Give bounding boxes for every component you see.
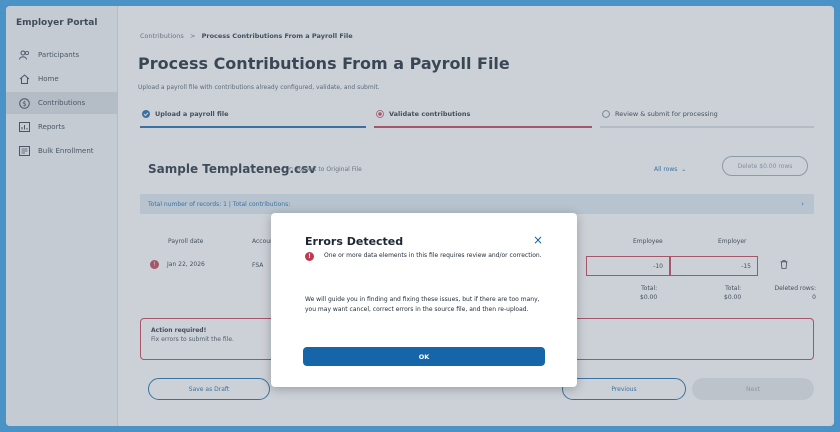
ok-button[interactable]: OK xyxy=(303,347,545,366)
close-icon[interactable]: × xyxy=(533,233,543,247)
modal-title: Errors Detected xyxy=(305,235,404,248)
errors-modal: Errors Detected × ! One or more data ele… xyxy=(271,213,577,387)
modal-body: We will guide you in finding and fixing … xyxy=(305,296,540,313)
error-icon: ! xyxy=(305,252,314,261)
modal-alert-text: One or more data elements in this file r… xyxy=(324,252,542,259)
